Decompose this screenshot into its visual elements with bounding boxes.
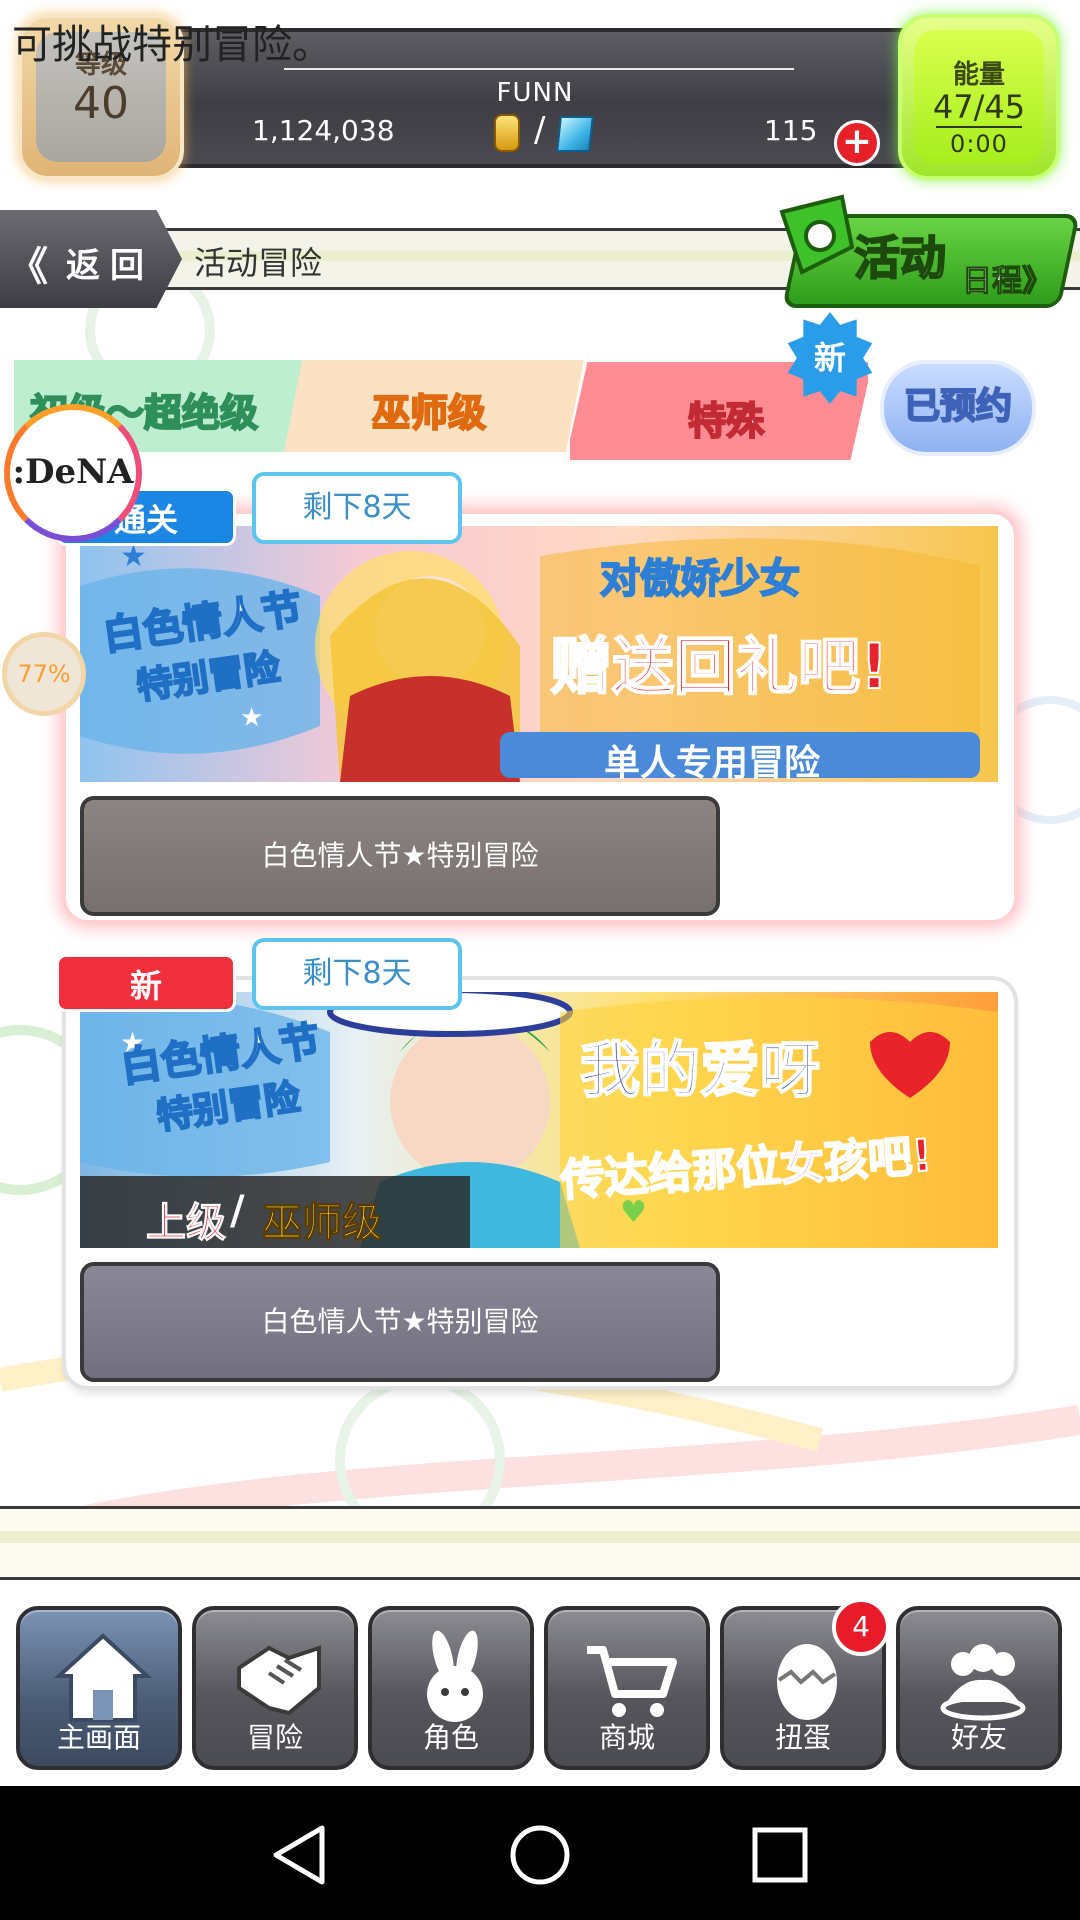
banner-2-difficulty-b: 巫师级 [262, 1200, 383, 1247]
message-bar [0, 1506, 1080, 1580]
nav-character-button[interactable]: 角色 [368, 1606, 534, 1770]
system-navigation-bar [0, 1786, 1080, 1920]
double-chevron-left-icon: 《 [8, 244, 48, 290]
handshake-icon [237, 1645, 321, 1716]
gem-amount: 115 [764, 114, 818, 147]
banner-1-title-3: 单人专用冒险 [604, 743, 821, 782]
message-text: 可挑战特别冒险。 [12, 22, 332, 68]
friends-icon [940, 1644, 1026, 1721]
difficulty-tabs: 初级～超绝级 巫师级 特殊 [14, 356, 874, 466]
nav-home-label: 主画面 [56, 1721, 141, 1754]
event-button-2[interactable]: 白色情人节★特别冒险 [80, 1262, 720, 1382]
back-label: 返回 [66, 246, 154, 286]
home-circle-icon[interactable] [505, 1820, 575, 1890]
banner-1-title-2: 赠送回礼吧! [549, 629, 889, 704]
event-schedule-button[interactable]: 活动 日程》 [772, 192, 1080, 314]
nav-character-label: 角色 [422, 1721, 479, 1754]
currency-separator: / [534, 110, 546, 150]
progress-indicator: 77% [2, 632, 86, 716]
event-schedule-big: 活动 [853, 230, 947, 286]
player-name: FUNN [496, 78, 574, 108]
tab-wizard-label: 巫师级 [371, 390, 487, 436]
recents-square-icon[interactable] [745, 1820, 815, 1890]
nav-adventure-label: 冒险 [246, 1721, 303, 1754]
banner-2-title-1: 我的爱呀 [579, 1035, 821, 1107]
back-triangle-icon[interactable] [264, 1820, 334, 1890]
event-banner-2[interactable]: ★ ♥ 白色情人节 特别冒险 上级 / 巫师级 我的爱呀 传达给那位女孩吧! [80, 992, 998, 1248]
coin-icon [494, 114, 520, 152]
gacha-notification-badge: 4 [832, 1598, 890, 1656]
tab-wizard[interactable]: 巫师级 [284, 360, 584, 452]
money-amount: 1,124,038 [252, 114, 395, 147]
bottom-nav: 主画面 冒险 角色 商城 扭蛋 好友 [0, 1590, 1080, 1786]
tab-special-label: 特殊 [687, 398, 765, 444]
name-divider [284, 68, 794, 70]
cart-icon [587, 1646, 677, 1717]
banner-2-difficulty-a: 上级 [146, 1200, 227, 1247]
nav-home-button[interactable]: 主画面 [16, 1606, 182, 1770]
nav-shop-label: 商城 [598, 1721, 655, 1754]
banner-2-difficulty-sep: / [230, 1188, 245, 1234]
reserved-button[interactable]: 已预约 [880, 360, 1036, 456]
new-tag: 新 [56, 954, 236, 1012]
banner-1-title-1: 对傲娇少女 [599, 555, 801, 603]
energy-box[interactable]: 能量 47/45 0:00 [898, 14, 1060, 180]
add-gems-button[interactable]: + [834, 120, 880, 166]
nav-shop-button[interactable]: 商城 [544, 1606, 710, 1770]
energy-label: 能量 [952, 60, 1005, 90]
energy-divider [936, 126, 1022, 128]
svg-text:★: ★ [240, 703, 263, 733]
home-icon [53, 1633, 153, 1722]
back-button[interactable]: 《 返回 [0, 210, 182, 308]
nav-friends-button[interactable]: 好友 [896, 1606, 1062, 1770]
days-left-tag: 剩下8天 [252, 472, 462, 544]
nav-friends-label: 好友 [950, 1721, 1007, 1754]
days-left-tag: 剩下8天 [252, 938, 462, 1010]
dena-logo[interactable]: :DeNA [4, 404, 142, 542]
nav-gacha-label: 扭蛋 [774, 1721, 831, 1754]
nav-adventure-button[interactable]: 冒险 [192, 1606, 358, 1770]
energy-value: 47/45 [932, 88, 1026, 126]
level-value: 40 [73, 78, 129, 129]
event-schedule-small: 日程》 [962, 264, 1053, 300]
gem-icon [556, 116, 594, 152]
flag-icon [779, 194, 855, 275]
event-button-1[interactable]: 白色情人节★特别冒险 [80, 796, 720, 916]
event-banner-1[interactable]: ★ ★ 白色情人节 特别冒险 对傲娇少女 赠送回礼吧! 单人专用冒险 [80, 526, 998, 782]
energy-timer: 0:00 [950, 130, 1008, 158]
rabbit-icon [427, 1630, 483, 1722]
breadcrumb: 活动冒险 [194, 244, 323, 282]
